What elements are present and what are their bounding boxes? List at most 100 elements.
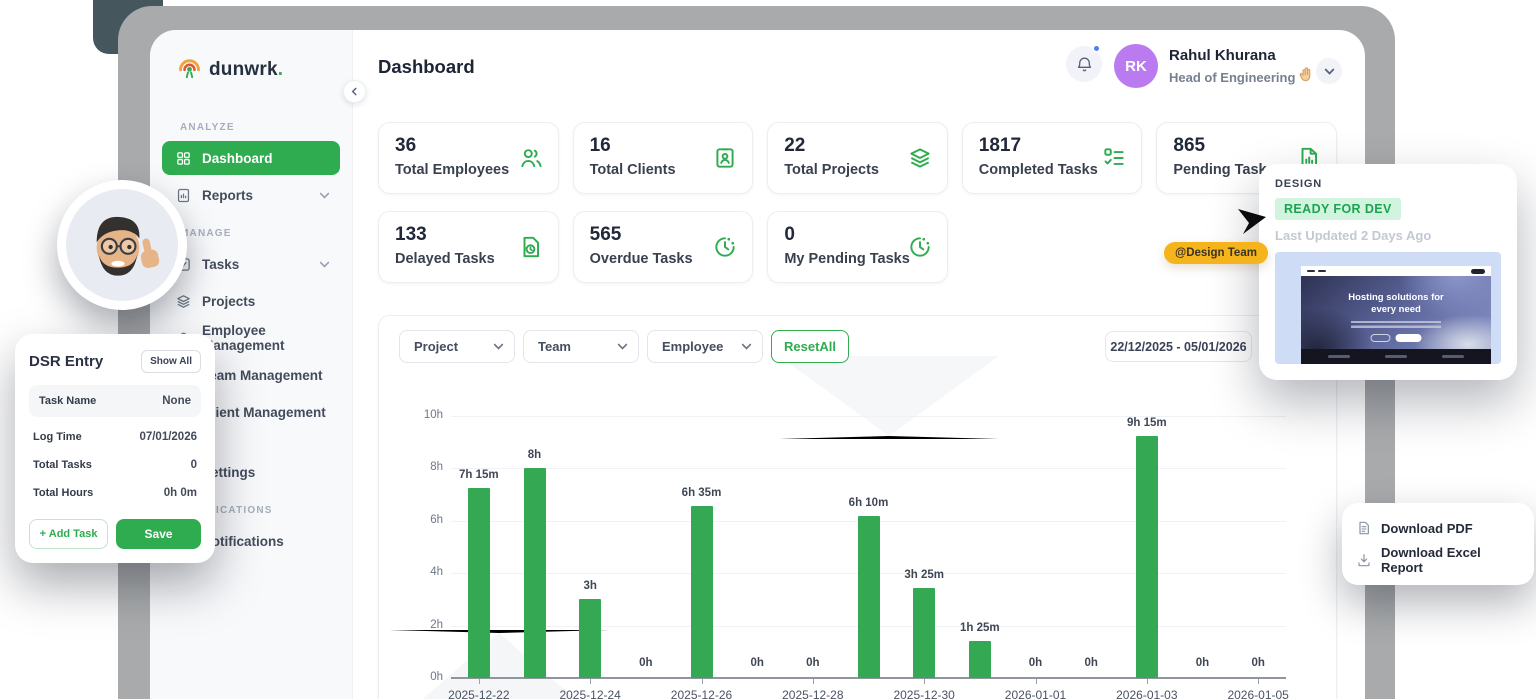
x-axis-tick (1147, 679, 1148, 684)
sidebar-item-dashboard[interactable]: Dashboard (162, 141, 340, 175)
last-updated-text: Last Updated 2 Days Ago (1275, 228, 1501, 243)
chart-bar-2025-12-23[interactable] (524, 468, 546, 678)
stat-card-completed-tasks: 1817Completed Tasks (962, 122, 1143, 194)
x-axis-tick (924, 679, 925, 684)
ready-for-dev-badge: READY FOR DEV (1275, 198, 1401, 220)
chart-bar-2026-01-03[interactable] (1136, 436, 1158, 678)
stats-row-1: 36Total Employees16Total Clients22Total … (378, 122, 1337, 194)
y-axis-label: 6h (399, 514, 443, 526)
add-task-button[interactable]: + Add Task (29, 519, 108, 549)
chart-bar-2025-12-30[interactable] (913, 588, 935, 678)
y-axis-label: 0h (399, 671, 443, 683)
dsr-title: DSR Entry (29, 353, 103, 370)
x-axis-label: 2026-01-01 (991, 688, 1081, 699)
x-axis-tick (1258, 679, 1259, 684)
download-pdf-menu-item[interactable]: Download PDF (1342, 512, 1534, 544)
nav-section-label: MANAGE (180, 228, 338, 239)
download-menu: Download PDF Download Excel Report (1342, 503, 1534, 585)
x-axis-label: 2026-01-05 (1213, 688, 1303, 699)
sidebar-item-label: Employee Management (202, 323, 330, 353)
mock-buttons (1371, 334, 1422, 342)
menu-item-label: Download Excel Report (1381, 545, 1520, 575)
bar-value-label: 8h (500, 449, 570, 461)
date-range-field[interactable]: 22/12/2025 - 05/01/2026 (1105, 331, 1252, 362)
stat-label: Total Projects (784, 162, 906, 178)
dsr-row-total-hours: Total Hours 0h 0m (29, 479, 201, 507)
x-axis-tick (702, 679, 703, 684)
dsr-rows: Task NameNoneLog Time07/01/2026Total Tas… (29, 385, 201, 507)
bar-value-label: 7h 15m (444, 469, 514, 481)
user-name: Rahul Khurana (1169, 47, 1276, 64)
design-team-badge[interactable]: @Design Team (1164, 242, 1268, 264)
chart-bar-2025-12-29[interactable] (858, 516, 880, 678)
design-thumbnail[interactable]: Hosting solutions for every need (1275, 252, 1501, 364)
sidebar-item-label: Tasks (202, 257, 239, 272)
chevron-down-icon (319, 259, 330, 270)
sidebar-item-label: Dashboard (202, 151, 273, 166)
sidebar-collapse-button[interactable] (343, 80, 366, 103)
bar-value-label: 0h (778, 657, 848, 669)
waving-hand-icon (1297, 66, 1315, 84)
dsr-row-label: Total Hours (33, 487, 93, 499)
clock-icon (712, 234, 738, 260)
stat-card-overdue-tasks: 565Overdue Tasks (573, 211, 754, 283)
employee-filter-select[interactable]: Employee (647, 330, 763, 363)
y-axis-label: 8h (399, 461, 443, 473)
checklist-icon (1101, 145, 1127, 171)
save-button[interactable]: Save (116, 519, 201, 549)
employee-filter-label: Employee (662, 339, 723, 354)
download-excel-report-menu-item[interactable]: Download Excel Report (1342, 544, 1534, 576)
idcard-icon (712, 145, 738, 171)
menu-item-label: Download PDF (1381, 521, 1473, 536)
user-menu-chevron[interactable] (1316, 58, 1342, 84)
download-icon (1356, 552, 1372, 568)
bar-value-label: 6h 10m (834, 497, 904, 509)
grid-icon (175, 150, 192, 167)
team-filter-select[interactable]: Team (523, 330, 639, 363)
sidebar-item-tasks[interactable]: Tasks (162, 247, 340, 281)
bar-value-label: 9h 15m (1112, 417, 1182, 429)
sidebar-item-reports[interactable]: Reports (162, 178, 340, 212)
chart-gridline (451, 468, 1286, 469)
stat-card-my-pending-tasks: 0My Pending Tasks (767, 211, 948, 283)
main-content: Dashboard RK Rahul Khurana Head of Engin… (353, 30, 1365, 699)
dsr-row-value: 0 (191, 459, 197, 471)
dsr-row-value: 0h 0m (164, 487, 197, 499)
mock-headline: Hosting solutions for every need (1301, 292, 1491, 316)
y-axis-label: 2h (399, 619, 443, 631)
users-icon (518, 145, 544, 171)
chart-bar-2025-12-26[interactable] (691, 506, 713, 678)
x-axis-label: 2025-12-30 (879, 688, 969, 699)
stat-label: Total Employees (395, 162, 517, 178)
dsr-row-label: Log Time (33, 431, 82, 443)
sidebar-item-label: Reports (202, 188, 253, 203)
project-filter-select[interactable]: Project (399, 330, 515, 363)
report-icon (175, 187, 192, 204)
show-all-button[interactable]: Show All (141, 350, 201, 373)
mock-navbar (1301, 266, 1491, 276)
stat-card-total-projects: 22Total Projects (767, 122, 948, 194)
chevron-down-icon (493, 341, 504, 352)
design-preview-card: DESIGN READY FOR DEV Last Updated 2 Days… (1259, 164, 1517, 380)
chevron-down-icon (319, 190, 330, 201)
chart-bar-2025-12-24[interactable] (579, 599, 601, 678)
reset-all-button[interactable]: ResetAll (771, 330, 849, 363)
app-window: dunwrk. ANALYZEDashboardReportsMANAGETas… (150, 30, 1365, 699)
chart-bar-2025-12-22[interactable] (468, 488, 490, 678)
nav-section-label: ANALYZE (180, 122, 338, 133)
avatar[interactable]: RK (1114, 44, 1158, 88)
layers-icon (907, 145, 933, 171)
sidebar-item-label: Projects (202, 294, 255, 309)
user-role: Head of Engineering (1169, 70, 1295, 85)
dsr-row-total-tasks: Total Tasks0 (29, 451, 201, 479)
profile-photo (57, 180, 187, 310)
bar-value-label: 0h (1056, 657, 1126, 669)
stat-label: Overdue Tasks (590, 251, 712, 267)
clock-icon (907, 234, 933, 260)
hours-bar-chart: 0h2h4h6h8h10h7h 15m2025-12-228h3h2025-12… (451, 416, 1286, 678)
layers-icon (175, 293, 192, 310)
chart-bar-2025-12-31[interactable] (969, 641, 991, 678)
mock-subtext (1351, 321, 1441, 328)
cursor-icon (1236, 208, 1268, 242)
sidebar-item-projects[interactable]: Projects (162, 284, 340, 318)
